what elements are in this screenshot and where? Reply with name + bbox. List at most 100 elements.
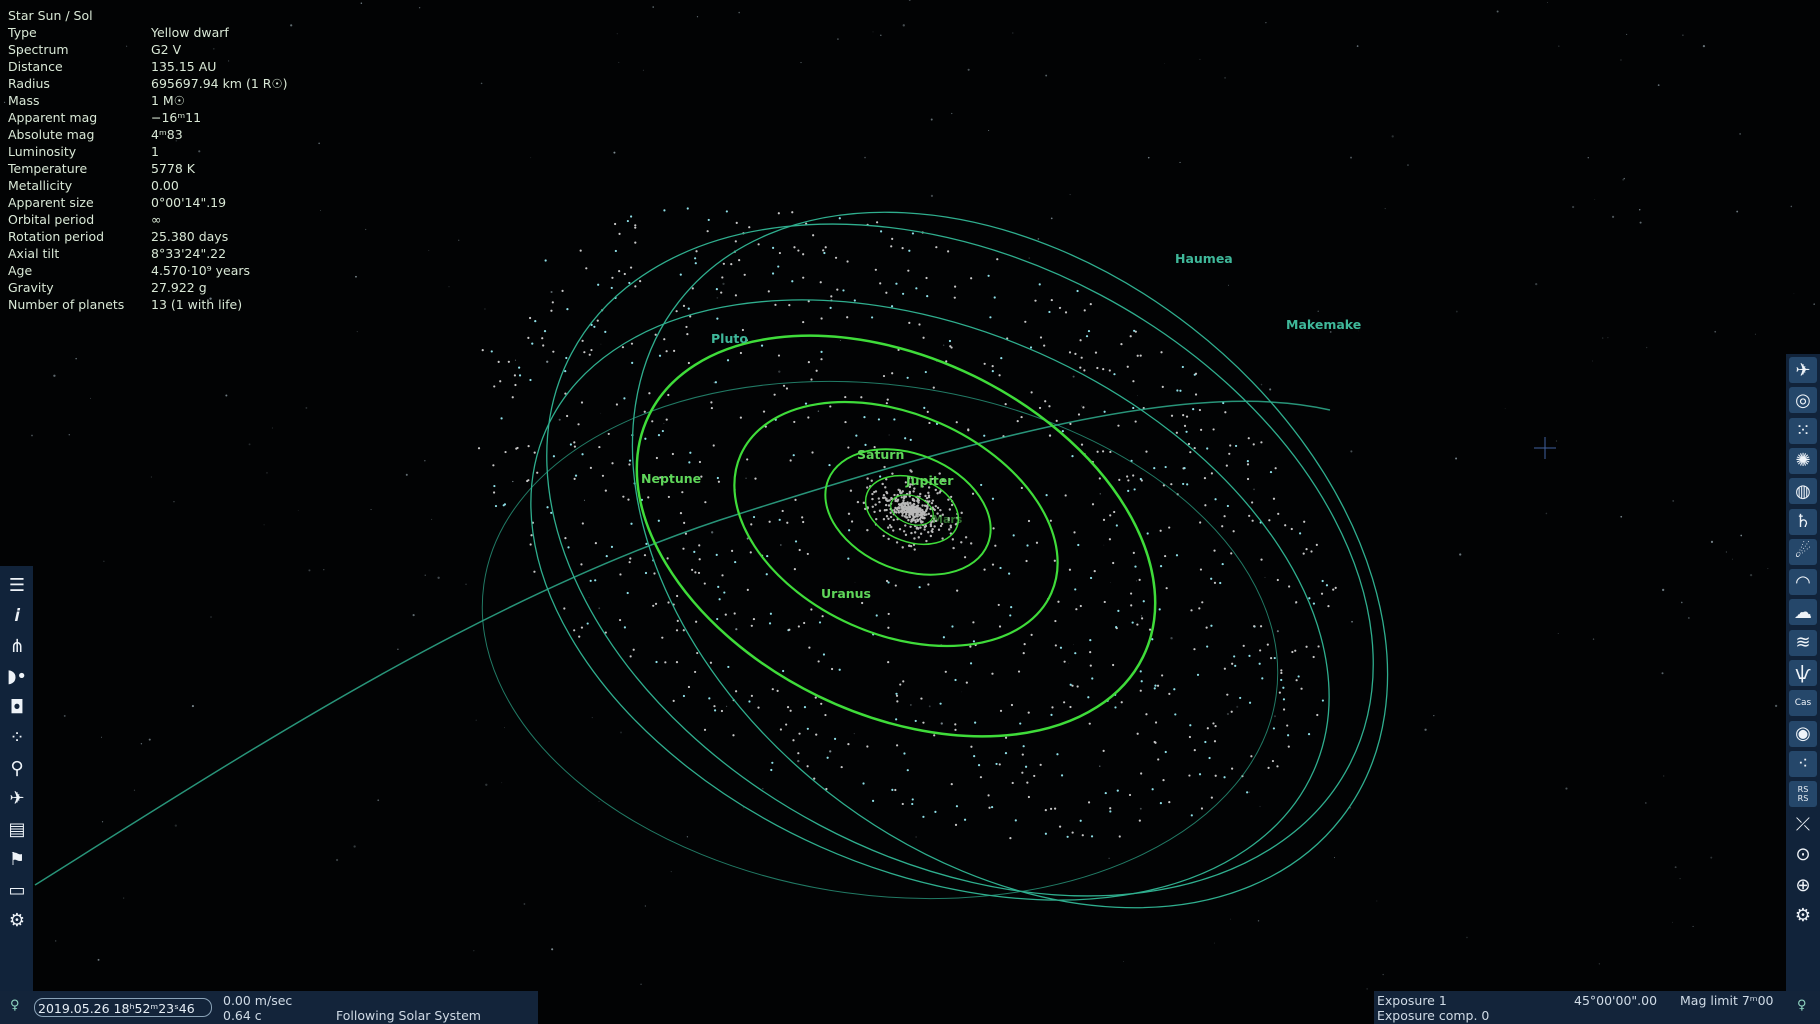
star-cluster-icon[interactable]: ⁙ <box>1789 417 1817 444</box>
belt-object <box>904 437 907 440</box>
atmosphere-icon[interactable]: ◠ <box>1789 569 1817 596</box>
grid-icon[interactable]: ⊕ <box>1789 872 1817 898</box>
clouds-icon[interactable]: ☁ <box>1789 599 1817 626</box>
belt-object <box>776 689 779 692</box>
planetary-nebula-icon[interactable]: ◍ <box>1789 478 1817 505</box>
settings-icon[interactable]: ⚙ <box>3 908 31 934</box>
belt-object <box>1096 366 1099 370</box>
label-pluto[interactable]: Pluto <box>711 331 748 346</box>
constellation-icon[interactable]: Cas <box>1789 690 1817 717</box>
menu-icon[interactable]: ☰ <box>3 572 31 598</box>
belt-object <box>1064 311 1068 314</box>
spacecraft-icon[interactable]: ✈ <box>1789 357 1817 383</box>
belt-object <box>830 667 834 671</box>
belt-object <box>1089 639 1092 642</box>
asteroid <box>878 500 881 504</box>
belt-object <box>757 706 760 709</box>
notes-icon[interactable]: ▤ <box>3 816 31 842</box>
belt-object <box>581 453 584 456</box>
settings-icon[interactable]: ⚙ <box>1789 902 1817 928</box>
pin-icon[interactable]: ♀ <box>10 998 20 1013</box>
belt-object <box>1266 643 1269 646</box>
asteroid <box>881 482 884 486</box>
belt-object <box>991 365 994 368</box>
exposure: Exposure 1 <box>1377 993 1447 1008</box>
orbits-icon[interactable]: ◉ <box>1789 720 1817 747</box>
galaxy-icon[interactable]: ◎ <box>1789 387 1817 414</box>
display-icon[interactable]: ▭ <box>3 877 31 903</box>
orbit-makemake <box>631 211 1389 909</box>
flag-icon[interactable]: ⚑ <box>3 847 31 873</box>
belt-object <box>716 617 719 621</box>
asteroid <box>923 528 926 531</box>
water-icon[interactable]: ≋ <box>1789 629 1817 656</box>
label-neptune[interactable]: Neptune <box>641 471 701 486</box>
asteroid <box>909 502 912 505</box>
belt-object <box>1060 774 1064 777</box>
star <box>797 759 800 763</box>
star <box>1663 775 1665 777</box>
datetime-field[interactable]: 2019.05.26 18ʰ52ᵐ23ˢ46 <box>34 998 212 1017</box>
asteroid <box>931 499 935 502</box>
belt-object <box>781 509 784 513</box>
planet-icon[interactable]: ♄ <box>1789 508 1817 535</box>
fullscreen-icon[interactable]: ⤫ <box>1789 812 1817 838</box>
label-mars[interactable]: Mars <box>932 513 962 526</box>
belt-object <box>987 794 990 797</box>
star-field-icon[interactable]: ⁘ <box>3 725 31 751</box>
belt-object <box>847 743 850 746</box>
belt-object <box>564 537 567 540</box>
belt-object <box>1132 380 1135 383</box>
star <box>613 151 616 154</box>
info-value: 1 M☉ <box>151 93 185 108</box>
belt-object <box>577 423 580 426</box>
star <box>523 903 526 905</box>
search-icon[interactable]: ⚲ <box>3 755 31 781</box>
star <box>140 743 143 745</box>
belt-object <box>1140 617 1144 620</box>
solar-system-icon[interactable]: ◗• <box>3 664 31 690</box>
belt-object <box>861 601 864 605</box>
belt-object <box>695 250 698 253</box>
belt-object <box>926 295 929 298</box>
belt-object <box>1290 527 1293 531</box>
star-browser-icon[interactable]: ⋔ <box>3 633 31 659</box>
label-haumea[interactable]: Haumea <box>1175 251 1233 266</box>
label-makemake[interactable]: Makemake <box>1286 317 1361 332</box>
center-icon[interactable]: ⊙ <box>1789 842 1817 868</box>
belt-object <box>834 256 838 259</box>
ship-icon[interactable]: ✈ <box>3 786 31 812</box>
belt-object <box>1182 482 1185 486</box>
belt-object <box>1089 651 1092 654</box>
info-value: 135.15 AU <box>151 59 217 74</box>
belt-object <box>1159 565 1163 568</box>
label-uranus[interactable]: Uranus <box>821 586 871 601</box>
aurora-icon[interactable]: ѱ <box>1789 660 1817 686</box>
label-saturn[interactable]: Saturn <box>857 447 904 462</box>
belt-object <box>1182 414 1185 417</box>
asteroid <box>908 506 912 509</box>
belt-object <box>1066 835 1069 838</box>
comet-icon[interactable]: ☄ <box>1789 538 1817 565</box>
belt-object <box>725 210 728 213</box>
belt-object <box>1317 645 1320 648</box>
belt-object <box>895 692 898 695</box>
star <box>1692 925 1694 927</box>
nebula-icon[interactable]: ✺ <box>1789 447 1817 474</box>
belt-object <box>1129 335 1132 338</box>
info-icon[interactable]: 𝒊 <box>3 603 31 629</box>
star <box>620 731 622 734</box>
stars-icon[interactable]: ⁖ <box>1789 750 1817 777</box>
wiki-icon[interactable]: ◘ <box>3 694 31 720</box>
belt-object <box>628 561 631 564</box>
belt-object <box>529 378 532 382</box>
asteroid <box>877 497 880 500</box>
pin-icon[interactable]: ♀ <box>1797 998 1807 1013</box>
asteroid <box>871 505 874 508</box>
labels-icon[interactable]: RS RS <box>1789 781 1817 808</box>
label-jupiter[interactable]: Jupiter <box>906 473 953 488</box>
asteroid <box>939 508 942 512</box>
star <box>75 357 77 360</box>
belt-object <box>688 461 691 464</box>
belt-object <box>797 249 800 252</box>
